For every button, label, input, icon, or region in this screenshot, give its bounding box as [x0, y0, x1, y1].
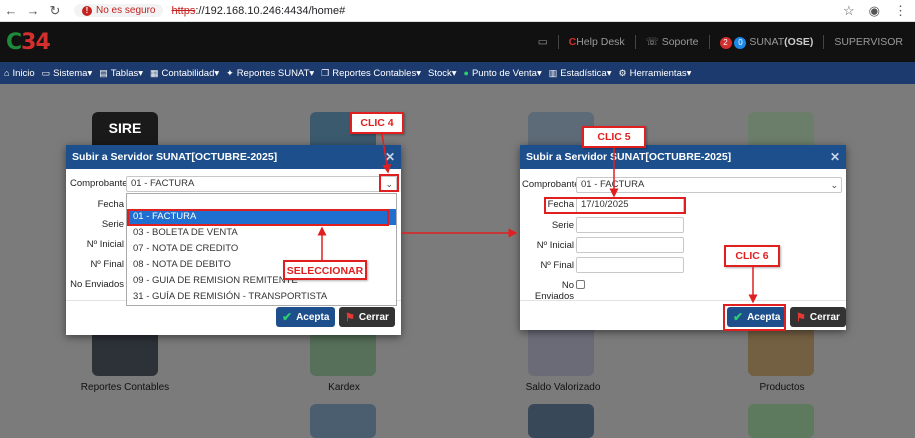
arrow-clic-4 — [381, 133, 392, 174]
annotation-arrows — [317, 133, 758, 304]
